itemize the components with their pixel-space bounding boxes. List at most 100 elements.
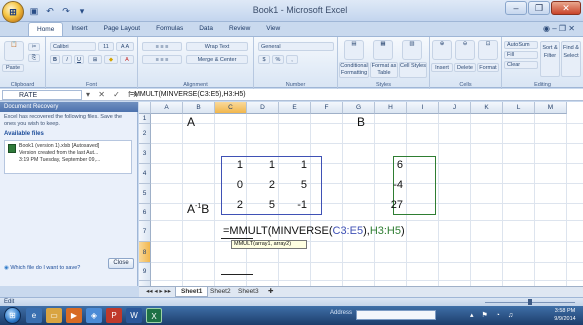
undo-icon[interactable]: ↶ (44, 5, 56, 17)
column-header-i[interactable]: I (407, 102, 439, 114)
redo-icon[interactable]: ↷ (60, 5, 72, 17)
app-icon[interactable]: ◈ (86, 308, 102, 323)
sort-filter-button[interactable]: Sort & Filter (540, 41, 560, 77)
delete-button[interactable]: Delete (454, 63, 476, 72)
worksheet-grid[interactable]: ABCDEFGHIJKLM 1234567891011 A B 11102525… (139, 102, 583, 286)
column-header-h[interactable]: H (375, 102, 407, 114)
number-format-select[interactable]: General (258, 42, 334, 51)
row-header-7[interactable]: 7 (139, 221, 151, 242)
sheet-tab-sheet3[interactable]: Sheet3 (233, 287, 264, 297)
cell-styles-button[interactable]: Cell Styles (399, 62, 427, 78)
font-size-select[interactable]: 11 (98, 42, 114, 51)
column-header-a[interactable]: A (151, 102, 183, 114)
row-header-1[interactable]: 1 (139, 114, 151, 124)
tab-view[interactable]: View (258, 22, 288, 36)
sheet-nav-icon[interactable]: ◂◂ ◂ ▸ ▸▸ (141, 287, 176, 297)
paste-button[interactable]: Paste (2, 64, 24, 72)
conditional-formatting-icon[interactable]: ▤ (344, 40, 364, 60)
start-icon[interactable]: ⊞ (4, 307, 21, 324)
underline-button[interactable]: U (74, 55, 84, 64)
row-header-9[interactable]: 9 (139, 263, 151, 281)
qat-customize-icon[interactable]: ▾ (76, 5, 88, 17)
fill-color-icon[interactable]: ◆ (104, 55, 118, 64)
font-name-select[interactable]: Calibri (50, 42, 96, 51)
insert-cells-icon[interactable]: ⊕ (432, 40, 452, 60)
matrix-a-cell[interactable]: -1 (279, 199, 307, 211)
matrix-a-cell[interactable]: 1 (215, 159, 243, 171)
format-as-table-button[interactable]: Format as Table (370, 62, 398, 78)
column-header-g[interactable]: G (343, 102, 375, 114)
font-color-icon[interactable]: A (120, 55, 134, 64)
tab-formulas[interactable]: Formulas (148, 22, 191, 36)
address-input[interactable] (356, 310, 436, 320)
matrix-a-cell[interactable]: 1 (279, 159, 307, 171)
percent-button[interactable]: % (272, 55, 284, 64)
merge-center-button[interactable]: Merge & Center (186, 55, 248, 64)
column-header-e[interactable]: E (279, 102, 311, 114)
delete-cells-icon[interactable]: ⊖ (455, 40, 475, 60)
matrix-a-cell[interactable]: 1 (247, 159, 275, 171)
comma-icon[interactable]: , (286, 55, 298, 64)
bold-button[interactable]: B (50, 55, 60, 64)
column-header-m[interactable]: M (535, 102, 567, 114)
zoom-slider[interactable] (485, 299, 575, 305)
row-header-4[interactable]: 4 (139, 164, 151, 184)
column-header-c[interactable]: C (215, 102, 247, 114)
sheet-tab-sheet2[interactable]: Sheet2 (205, 287, 236, 297)
name-box[interactable]: RATE (2, 90, 82, 100)
row-header-8[interactable]: 8 (139, 242, 151, 263)
excel-taskbar-icon[interactable]: X (146, 308, 162, 323)
tab-home[interactable]: Home (28, 22, 64, 36)
row-header-2[interactable]: 2 (139, 124, 151, 144)
column-header-f[interactable]: F (311, 102, 343, 114)
matrix-a-cell[interactable]: 5 (247, 199, 275, 211)
grow-font-icon[interactable]: A A (116, 42, 134, 51)
tab-insert[interactable]: Insert (63, 22, 95, 36)
column-header-j[interactable]: J (439, 102, 471, 114)
ie-icon[interactable]: e (26, 308, 42, 323)
media-icon[interactable]: ▶ (66, 308, 82, 323)
column-header-l[interactable]: L (503, 102, 535, 114)
tab-data[interactable]: Data (191, 22, 221, 36)
matrix-a-cell[interactable]: 5 (279, 179, 307, 191)
currency-button[interactable]: $ (258, 55, 270, 64)
find-select-button[interactable]: Find & Select (561, 41, 581, 77)
matrix-a-cell[interactable]: 0 (215, 179, 243, 191)
formula-input[interactable]: =MMULT(MINVERSE(C3:E5),H3:H5) (130, 89, 246, 101)
row-header-6[interactable]: 6 (139, 204, 151, 221)
minimize-icon[interactable]: – (505, 1, 527, 15)
folder-icon[interactable]: ▭ (46, 308, 62, 323)
sheet-tab-sheet1[interactable]: Sheet1 (175, 287, 209, 297)
borders-icon[interactable]: ⊞ (88, 55, 102, 64)
cell-styles-icon[interactable]: ▧ (402, 40, 422, 60)
cell-c8-formula[interactable]: =MMULT(MINVERSE(C3:E5),H3:H5) (223, 225, 405, 237)
recovered-file-item[interactable]: Book1 (version 1).xlsb [Autosaved] Versi… (4, 140, 132, 174)
italic-button[interactable]: I (62, 55, 72, 64)
column-header-b[interactable]: B (183, 102, 215, 114)
fill-button[interactable]: Fill (504, 51, 538, 59)
matrix-a-cell[interactable]: 2 (247, 179, 275, 191)
column-header-k[interactable]: K (471, 102, 503, 114)
align-top-icon[interactable]: ≡ ≡ ≡ (142, 42, 182, 51)
autosum-button[interactable]: AutoSum (504, 41, 538, 49)
close-icon[interactable]: ✕ (551, 1, 581, 15)
row-header-3[interactable]: 3 (139, 144, 151, 164)
tray-icons[interactable]: ▴ ⚑ ◔ ♫ (470, 311, 516, 319)
maximize-icon[interactable]: ❐ (528, 1, 550, 15)
office-logo-icon[interactable]: ⊞ (2, 1, 24, 23)
clock[interactable]: 3:58 PM 9/9/2014 (548, 307, 582, 323)
copy-icon[interactable]: ⎘ (28, 54, 40, 62)
powerpoint-icon[interactable]: P (106, 308, 122, 323)
vector-b-cell[interactable]: -4 (375, 179, 403, 191)
matrix-a-cell[interactable]: 2 (215, 199, 243, 211)
clear-button[interactable]: Clear (504, 61, 538, 69)
recovery-close-button[interactable]: Close (108, 258, 134, 269)
format-button[interactable]: Format (477, 63, 499, 72)
conditional-formatting-button[interactable]: Conditional Formatting (339, 62, 369, 78)
word-icon[interactable]: W (126, 308, 142, 323)
tab-review[interactable]: Review (221, 22, 258, 36)
column-header-d[interactable]: D (247, 102, 279, 114)
row-header-5[interactable]: 5 (139, 184, 151, 204)
save-icon[interactable]: ▣ (28, 5, 40, 17)
tab-page-layout[interactable]: Page Layout (96, 22, 149, 36)
